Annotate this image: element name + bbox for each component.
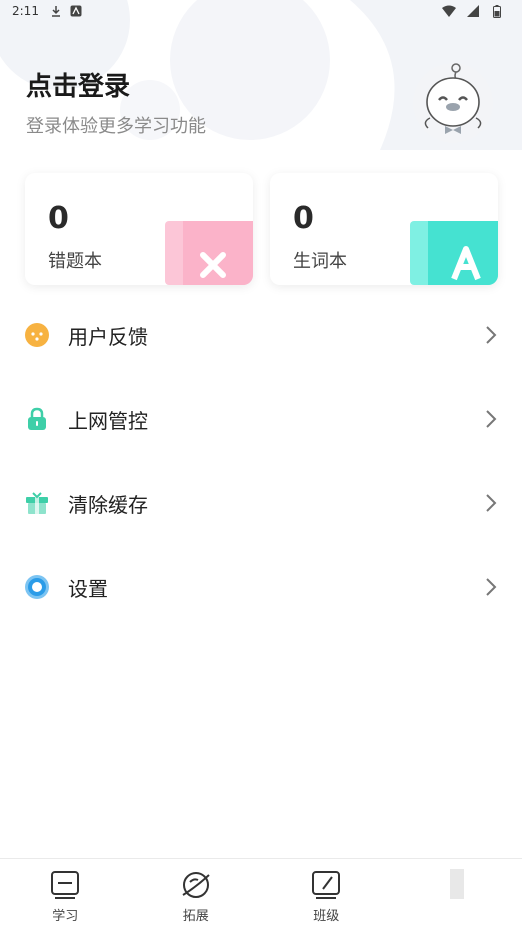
lock-icon xyxy=(24,406,50,432)
tab-class[interactable]: 班级 xyxy=(261,859,392,928)
chevron-right-icon xyxy=(486,578,497,596)
avatar[interactable] xyxy=(412,62,494,144)
vocabulary-count: 0 xyxy=(293,201,314,236)
login-title[interactable]: 点击登录 xyxy=(26,66,130,103)
menu-item-clear-cache[interactable]: 清除缓存 xyxy=(0,461,522,545)
menu-item-label: 用户反馈 xyxy=(68,324,148,349)
wrong-questions-count: 0 xyxy=(48,201,69,236)
tab-label: 拓展 xyxy=(182,909,209,924)
battery-icon xyxy=(490,4,504,18)
tab-expand[interactable]: 拓展 xyxy=(131,859,262,928)
tab-label: 班级 xyxy=(313,909,340,924)
edit-note-icon xyxy=(312,871,341,899)
signal-icon xyxy=(466,4,480,18)
menu-item-label: 清除缓存 xyxy=(68,492,148,517)
gear-icon xyxy=(24,574,50,600)
mascot-avatar-icon xyxy=(413,63,493,143)
tab-label: 学习 xyxy=(52,909,79,924)
wrong-questions-card[interactable]: 0 错题本 xyxy=(25,173,253,285)
chevron-right-icon xyxy=(486,326,497,344)
app-notification-icon xyxy=(69,4,83,18)
wifi-icon xyxy=(442,4,456,18)
status-bar: 2:11 xyxy=(0,0,522,22)
settings-menu: 用户反馈 上网管控 清除缓存 设置 xyxy=(0,293,522,629)
menu-item-internet-control[interactable]: 上网管控 xyxy=(0,377,522,461)
login-subtitle: 登录体验更多学习功能 xyxy=(26,116,206,137)
bottom-tab-bar: 学习 拓展 班级 xyxy=(0,858,522,928)
wrong-questions-label: 错题本 xyxy=(48,251,102,272)
letter-a-decoration-icon xyxy=(410,221,498,285)
planet-icon xyxy=(182,872,210,898)
book-icon xyxy=(51,871,80,899)
vocabulary-card[interactable]: 0 生词本 xyxy=(270,173,498,285)
vocabulary-label: 生词本 xyxy=(293,251,347,272)
menu-item-feedback[interactable]: 用户反馈 xyxy=(0,293,522,377)
tab-study[interactable]: 学习 xyxy=(0,859,131,928)
chevron-right-icon xyxy=(486,410,497,428)
download-icon xyxy=(49,4,63,18)
tab-profile[interactable] xyxy=(392,859,522,928)
gift-box-icon xyxy=(24,490,50,516)
menu-item-settings[interactable]: 设置 xyxy=(0,545,522,629)
cross-mark-decoration-icon xyxy=(165,221,253,285)
status-time: 2:11 xyxy=(12,4,39,18)
profile-icon xyxy=(449,869,464,899)
chevron-right-icon xyxy=(486,494,497,512)
menu-item-label: 上网管控 xyxy=(68,408,148,433)
menu-item-label: 设置 xyxy=(68,576,108,601)
feedback-icon xyxy=(24,322,50,348)
